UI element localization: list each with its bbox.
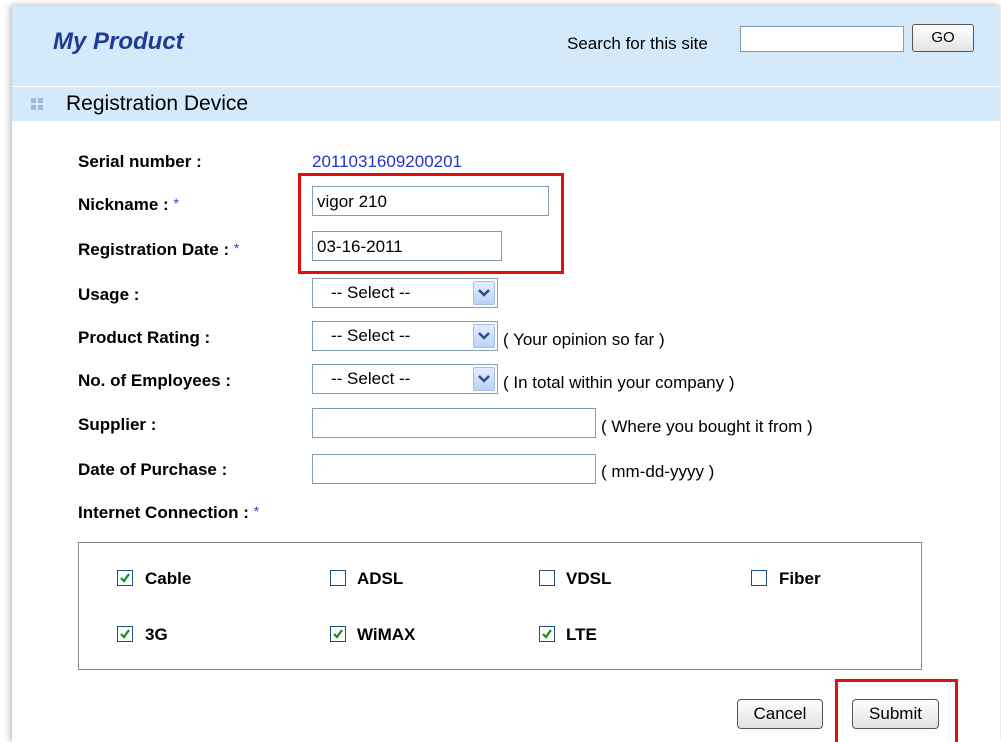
purchase-date-hint: ( mm-dd-yyyy ): [601, 462, 715, 481]
highlight-box-fields: [298, 173, 564, 274]
checkbox-fiber[interactable]: [751, 570, 767, 586]
checkbox-cable[interactable]: [117, 570, 133, 586]
section-header: Registration Device: [12, 86, 1000, 121]
product-rating-select[interactable]: -- Select --: [312, 321, 498, 351]
required-marker: *: [233, 240, 240, 256]
section-title: Registration Device: [66, 92, 249, 115]
employees-label: No. of Employees :: [78, 371, 232, 390]
supplier-input[interactable]: [312, 408, 596, 438]
checkbox-label-cable: Cable: [145, 569, 192, 588]
cancel-button[interactable]: Cancel: [737, 699, 823, 729]
serial-number-value: 2011031609200201: [312, 152, 463, 171]
go-button[interactable]: GO: [912, 24, 974, 52]
internet-connection-label: Internet Connection : *: [78, 503, 260, 522]
employees-select[interactable]: -- Select --: [312, 364, 498, 394]
purchase-date-label: Date of Purchase :: [78, 460, 228, 479]
purchase-date-input[interactable]: [312, 454, 596, 484]
chevron-down-icon: [473, 324, 495, 348]
checkbox-label-lte: LTE: [566, 625, 597, 644]
checkbox-label-adsl: ADSL: [357, 569, 404, 588]
highlight-box-submit: [835, 679, 958, 742]
required-marker: *: [253, 503, 260, 519]
internet-connection-box: [78, 542, 922, 670]
supplier-label: Supplier :: [78, 415, 157, 434]
checkbox-label-wimax: WiMAX: [357, 625, 416, 644]
usage-select[interactable]: -- Select --: [312, 278, 498, 308]
usage-label: Usage :: [78, 285, 140, 304]
product-rating-label: Product Rating :: [78, 328, 211, 347]
product-rating-selected: -- Select --: [331, 326, 411, 345]
nickname-label: Nickname : *: [78, 195, 179, 214]
usage-selected: -- Select --: [331, 283, 411, 302]
chevron-down-icon: [473, 367, 495, 391]
registration-date-label: Registration Date : *: [78, 240, 240, 259]
search-label: Search for this site: [567, 34, 708, 53]
chevron-down-icon: [473, 281, 495, 305]
checkbox-lte[interactable]: [539, 626, 555, 642]
checkbox-vdsl[interactable]: [539, 570, 555, 586]
supplier-hint: ( Where you bought it from ): [601, 417, 813, 436]
page-title: My Product: [53, 28, 184, 55]
checkbox-label-3g: 3G: [145, 625, 168, 644]
checkbox-label-fiber: Fiber: [779, 569, 821, 588]
serial-number-label: Serial number :: [78, 152, 202, 171]
product-rating-hint: ( Your opinion so far ): [503, 330, 665, 349]
search-input[interactable]: [740, 26, 904, 52]
employees-hint: ( In total within your company ): [503, 373, 735, 392]
checkbox-adsl[interactable]: [330, 570, 346, 586]
checkbox-label-vdsl: VDSL: [566, 569, 612, 588]
employees-selected: -- Select --: [331, 369, 411, 388]
checkbox-3g[interactable]: [117, 626, 133, 642]
required-marker: *: [173, 195, 179, 211]
checkbox-wimax[interactable]: [330, 626, 346, 642]
grid-icon: [31, 98, 43, 110]
